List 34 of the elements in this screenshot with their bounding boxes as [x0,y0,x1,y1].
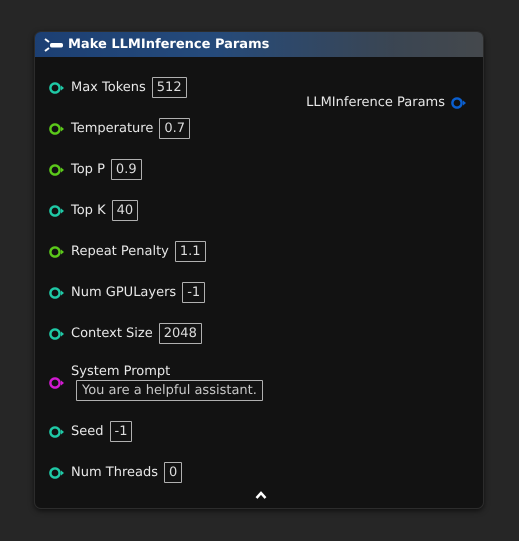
function-icon [44,38,64,52]
pin-icon[interactable] [49,122,65,134]
pin-icon[interactable] [49,426,65,438]
value-field[interactable]: 0.9 [110,159,142,180]
value-field[interactable]: 2048 [158,323,202,344]
pin-icon[interactable] [49,376,65,388]
value-field[interactable]: -1 [182,282,206,303]
value-field[interactable]: 512 [152,77,187,98]
pin-icon[interactable] [49,82,65,94]
pin-icon[interactable] [49,328,65,340]
pin-label: Num Threads [71,464,158,482]
node-title: Make LLMInference Params [68,36,270,54]
pin-label: Num GPULayers [71,284,176,302]
pin-icon[interactable] [49,286,65,298]
pin-label: System Prompt [71,364,172,380]
value-field[interactable]: -1 [110,421,132,442]
pin-icon[interactable] [49,164,65,176]
value-field[interactable]: 40 [112,200,138,221]
pin-label: Top P [71,160,105,179]
pin-label: Top K [71,202,106,220]
pin-icon[interactable] [49,204,65,216]
value-field[interactable]: 0.7 [159,118,190,139]
pin-label: LLMInference Params [306,94,445,112]
collapse-chevron-icon[interactable] [255,491,267,499]
pin-label: Context Size [71,324,153,343]
value-field[interactable]: 0 [164,462,182,483]
pin-label: Seed [71,422,104,441]
pin-label: Repeat Penalty [71,242,169,261]
pin-label: Max Tokens [71,78,146,97]
pin-label: Temperature [71,120,154,138]
value-field[interactable]: You are a helpful assistant. [76,380,263,401]
pin-icon[interactable] [49,466,65,478]
pin-icon[interactable] [49,246,65,258]
value-field[interactable]: 1.1 [174,241,206,262]
